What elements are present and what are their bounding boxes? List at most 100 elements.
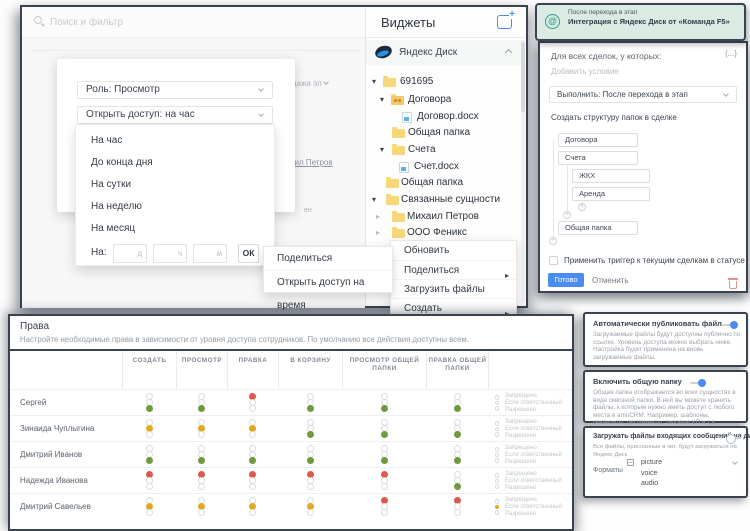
option-hour[interactable]: На час	[76, 130, 274, 152]
tree-item-root[interactable]: ▾ 691695	[366, 74, 523, 90]
permission-toggle[interactable]	[145, 393, 154, 412]
done-button[interactable]: Готово	[548, 273, 584, 287]
apply-trigger-checkbox[interactable]	[549, 256, 558, 265]
auto-publish-toggle[interactable]	[722, 321, 738, 329]
row-legend: ЗапрещеноЕсли ответственныйРазрешено	[488, 442, 572, 468]
add-condition-placeholder[interactable]: Добавить условие	[551, 67, 619, 76]
permission-toggle[interactable]	[453, 393, 462, 412]
ok-button[interactable]: ОК	[238, 244, 259, 263]
hours-input[interactable]	[153, 244, 187, 263]
permission-toggle[interactable]	[197, 471, 206, 490]
permission-toggle[interactable]	[145, 419, 154, 438]
submenu-open-access-for-time[interactable]: Открыть доступ на время	[264, 270, 392, 293]
role-select[interactable]: Роль: Просмотр	[77, 81, 273, 99]
permission-toggle[interactable]	[306, 445, 315, 464]
permission-toggle[interactable]	[306, 471, 315, 490]
format-option-picture[interactable]: – picture	[627, 456, 739, 469]
execute-select[interactable]: Выполнить: После перехода в этап	[549, 86, 737, 103]
add-folder-icon[interactable]: +	[563, 211, 571, 219]
permission-toggle[interactable]	[197, 445, 206, 464]
tree-item-invoice-file[interactable]: Счет.docx	[366, 159, 523, 175]
scrollbar-thumb[interactable]	[521, 42, 525, 112]
chevron-up-icon[interactable]	[505, 49, 512, 56]
permission-toggle[interactable]	[145, 497, 154, 516]
format-option-audio[interactable]: audio	[627, 479, 739, 489]
permission-toggle[interactable]	[380, 471, 389, 490]
at-circle-icon: @	[545, 14, 560, 29]
permission-toggle[interactable]	[197, 393, 206, 412]
folder-input-invoices[interactable]: Счета	[558, 151, 638, 165]
delete-trigger-icon[interactable]	[729, 281, 737, 289]
days-input[interactable]	[113, 244, 147, 263]
folder-input-arenda[interactable]: Аренда	[572, 187, 650, 201]
permission-toggle[interactable]	[248, 445, 257, 464]
permission-toggle[interactable]	[380, 445, 389, 464]
folder-input-zhkh[interactable]: ЖКХ	[572, 169, 650, 183]
permission-toggle[interactable]	[248, 419, 257, 438]
add-subfolder-icon[interactable]: +	[578, 203, 586, 211]
text-fragment-right: ен	[304, 207, 312, 214]
permission-toggle[interactable]	[248, 471, 257, 490]
permission-toggle[interactable]	[453, 471, 462, 490]
trigger-settings-panel: Для всех сделок, у которых: {...} Добави…	[538, 41, 748, 293]
option-month[interactable]: На месяц	[76, 218, 274, 240]
permission-toggle[interactable]	[380, 497, 389, 516]
tree-item-contracts[interactable]: ▾ Договора	[366, 92, 523, 108]
rights-panel: Права Настройте необходимые права в зави…	[8, 314, 574, 531]
permission-toggle[interactable]	[248, 497, 257, 516]
access-duration-select[interactable]: Открыть доступ: на час	[77, 106, 273, 124]
format-option-voice[interactable]: voice	[627, 469, 739, 479]
yandex-disk-section-header[interactable]: Яндекс Диск	[366, 40, 523, 65]
permission-toggle[interactable]	[380, 393, 389, 412]
permission-toggle[interactable]	[306, 393, 315, 412]
minutes-input[interactable]	[193, 244, 227, 263]
permission-toggle[interactable]	[453, 419, 462, 438]
tree-item-company-folder[interactable]: ▸ ООО Феникс	[366, 225, 523, 241]
collapse-arrow-icon[interactable]: ▸	[376, 209, 380, 225]
permission-toggle[interactable]	[248, 393, 257, 412]
tree-item-contract-file[interactable]: Договор.docx	[366, 109, 523, 125]
docx-file-icon	[402, 112, 412, 123]
permission-toggle[interactable]	[145, 445, 154, 464]
expand-arrow-icon[interactable]: ▾	[380, 92, 384, 108]
permission-toggle[interactable]	[197, 419, 206, 438]
menu-upload-files[interactable]: Загрузить файлы	[391, 279, 516, 298]
pipeline-trigger-card[interactable]: @ После перехода в этап Интеграция с Янд…	[535, 3, 746, 41]
permission-toggle[interactable]	[145, 471, 154, 490]
formats-multiselect[interactable]: – picture voice audio	[627, 456, 739, 489]
tree-item-shared-folder-1[interactable]: Общая папка	[366, 125, 523, 141]
option-week[interactable]: На неделю	[76, 196, 274, 218]
search-input[interactable]	[48, 12, 348, 32]
tree-item-contact-folder[interactable]: ▸ Михаил Петров	[366, 209, 523, 225]
permission-toggle[interactable]	[306, 497, 315, 516]
permission-toggle[interactable]	[453, 497, 462, 516]
option-day[interactable]: На сутки	[76, 174, 274, 196]
expand-arrow-icon[interactable]: ▾	[372, 192, 376, 208]
tree-item-shared-folder-2[interactable]: Общая папка	[366, 175, 523, 191]
tree-item-linked-entities[interactable]: ▾ Связанные сущности	[366, 192, 523, 208]
expand-arrow-icon[interactable]: ▾	[380, 142, 384, 158]
add-root-folder-icon[interactable]: +	[549, 237, 557, 245]
submenu-share[interactable]: Поделиться	[264, 247, 392, 270]
menu-share[interactable]: Поделиться ▸	[391, 260, 516, 279]
options-ellipsis-icon[interactable]: {...}	[725, 49, 737, 58]
folder-input-shared[interactable]: Общая папка	[558, 221, 638, 235]
menu-refresh[interactable]: Обновить	[391, 241, 516, 260]
scrollbar-track[interactable]	[521, 40, 525, 302]
indeterminate-checkbox-icon[interactable]: –	[627, 459, 634, 466]
option-endofday[interactable]: До конца дня	[76, 152, 274, 174]
permission-toggle[interactable]	[453, 445, 462, 464]
permission-toggle[interactable]	[380, 419, 389, 438]
tree-item-invoices[interactable]: ▾ Счета	[366, 142, 523, 158]
folder-input-contracts[interactable]: Договора	[558, 133, 638, 147]
cancel-button[interactable]: Отменить	[592, 276, 629, 285]
permission-toggle[interactable]	[197, 497, 206, 516]
add-widget-icon[interactable]	[497, 15, 512, 29]
expand-arrow-icon[interactable]: ▾	[372, 74, 376, 90]
upload-messages-toggle[interactable]	[726, 434, 742, 442]
shared-folder-toggle[interactable]	[690, 379, 706, 387]
settings-card-shared-folder: Включить общую папку Общая папка отображ…	[583, 370, 748, 423]
chevron-down-icon	[723, 91, 729, 97]
permission-toggle[interactable]	[306, 419, 315, 438]
collapse-arrow-icon[interactable]: ▸	[376, 225, 380, 241]
